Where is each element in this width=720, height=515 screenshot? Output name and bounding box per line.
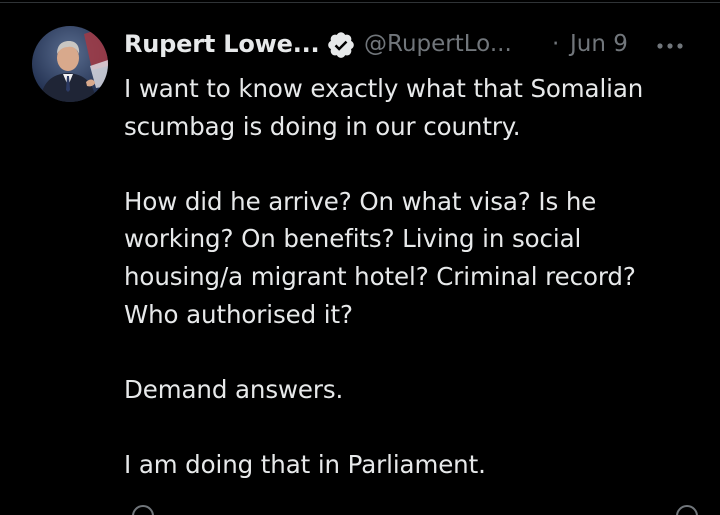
divider bbox=[0, 2, 720, 3]
tweet-date[interactable]: Jun 9 bbox=[570, 31, 628, 57]
text-line: housing/a migrant hotel? Criminal record… bbox=[124, 261, 636, 291]
verified-badge-icon[interactable] bbox=[326, 30, 356, 60]
share-icon[interactable] bbox=[676, 505, 698, 515]
paragraph: I am doing that in Parliament. bbox=[124, 446, 704, 484]
author-name[interactable]: Rupert Lowe... bbox=[124, 30, 320, 58]
paragraph: Demand answers. bbox=[124, 371, 704, 409]
avatar[interactable] bbox=[32, 26, 108, 102]
tweet-text: I want to know exactly what that Somalia… bbox=[124, 70, 704, 484]
profile-photo-icon bbox=[32, 26, 108, 102]
paragraph: How did he arrive? On what visa? Is he w… bbox=[124, 183, 704, 333]
separator-dot: · bbox=[552, 31, 560, 57]
text-line: I am doing that in Parliament. bbox=[124, 449, 486, 479]
author-handle[interactable]: @RupertLo... bbox=[364, 31, 512, 57]
tweet[interactable]: Rupert Lowe... @RupertLo... · Jun 9 I wa… bbox=[0, 0, 720, 515]
text-line: I want to know exactly what that Somalia… bbox=[124, 74, 644, 103]
tweet-header: Rupert Lowe... @RupertLo... · Jun 9 bbox=[124, 28, 690, 64]
text-line: How did he arrive? On what visa? Is he bbox=[124, 186, 597, 216]
text-line: scumbag is doing in our country. bbox=[124, 111, 521, 141]
more-options-icon[interactable] bbox=[654, 36, 690, 56]
text-line: Who authorised it? bbox=[124, 299, 353, 329]
text-line: Demand answers. bbox=[124, 374, 344, 404]
paragraph: I want to know exactly what that Somalia… bbox=[124, 70, 704, 145]
reply-icon[interactable] bbox=[132, 505, 154, 515]
text-line: working? On benefits? Living in social bbox=[124, 224, 582, 254]
